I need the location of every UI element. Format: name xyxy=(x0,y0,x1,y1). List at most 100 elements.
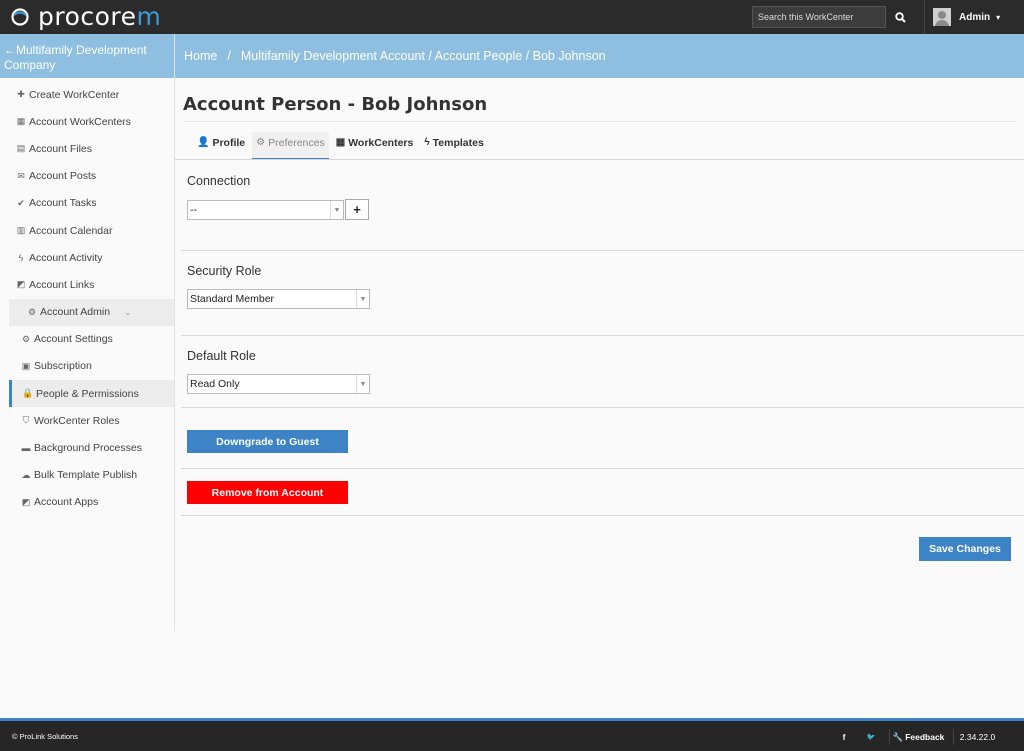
sidebar-item-account-links[interactable]: ◩ Account Links xyxy=(0,271,174,298)
sidebar-item-label: Account Admin xyxy=(40,306,111,319)
breadcrumb: Home / Multifamily Development Account /… xyxy=(175,34,1024,78)
sidebar-item-label: Account Tasks xyxy=(29,197,97,210)
sidebar-back-link[interactable]: ←Multifamily Development Company xyxy=(0,34,174,78)
feedback-link[interactable]: 🔧 Feedback xyxy=(889,729,947,745)
twitter-icon[interactable]: 🐦 xyxy=(858,729,884,745)
lock-icon: 🔒 xyxy=(22,388,34,399)
save-changes-button[interactable]: Save Changes xyxy=(919,537,1011,561)
tasks-icon: ▬ xyxy=(21,443,31,454)
gears-icon: ⚙ xyxy=(27,306,37,317)
tab-profile[interactable]: 👤 Profile xyxy=(193,132,249,160)
page-title: Account Person - Bob Johnson xyxy=(183,94,488,115)
sidebar-item-account-settings[interactable]: ⚙ Account Settings xyxy=(0,326,174,353)
tab-label: Templates xyxy=(432,137,484,149)
downgrade-to-guest-button[interactable]: Downgrade to Guest xyxy=(187,430,348,453)
bolt-icon: ϟ xyxy=(18,252,24,263)
divider xyxy=(181,407,1024,408)
sidebar-item-label: Account Calendar xyxy=(29,224,113,237)
tab-preferences[interactable]: ⚙ Preferences xyxy=(252,132,329,160)
sidebar-item-bulk-template-publish[interactable]: ☁ Bulk Template Publish xyxy=(0,462,174,489)
divider xyxy=(183,121,1016,122)
footer: © ProLink Solutions f 🐦 🔧 Feedback 2.34.2… xyxy=(0,721,1024,751)
sidebar-group-account-admin[interactable]: ⚙ Account Admin ⌄ xyxy=(9,298,174,326)
bolt-icon: ϟ xyxy=(424,137,430,148)
sidebar-item-account-posts[interactable]: ✉ Account Posts xyxy=(0,163,174,190)
admin-name: Admin xyxy=(959,11,991,23)
sidebar-item-label: Background Processes xyxy=(34,442,142,455)
sidebar-item-account-apps[interactable]: ◩ Account Apps xyxy=(0,489,174,516)
sidebar-item-subscription[interactable]: ▣ Subscription xyxy=(0,353,174,380)
sidebar-item-account-activity[interactable]: ϟ Account Activity xyxy=(0,244,174,271)
tab-label: Profile xyxy=(212,137,246,149)
workcenter-search-input[interactable] xyxy=(752,6,886,28)
breadcrumb-home-link[interactable]: Home xyxy=(184,49,217,63)
external-link-icon: ◩ xyxy=(21,496,31,507)
divider xyxy=(181,250,1024,251)
sidebar-item-label: Create WorkCenter xyxy=(29,88,120,101)
sidebar-item-account-calendar[interactable]: ▥ Account Calendar xyxy=(0,217,174,244)
connection-label: Connection xyxy=(187,174,251,188)
connection-select[interactable]: -- ▼ xyxy=(187,200,344,220)
sidebar-item-label: Subscription xyxy=(34,360,92,373)
security-role-select[interactable]: Standard Member ▼ xyxy=(187,289,370,309)
sidebar-item-label: Account Settings xyxy=(34,333,113,346)
add-connection-button[interactable]: + xyxy=(345,199,369,220)
shield-icon: ⛉ xyxy=(22,415,30,426)
top-navbar: procorem Admin ▾ xyxy=(0,0,1024,34)
security-role-label: Security Role xyxy=(187,264,262,278)
admin-user-menu[interactable]: Admin ▾ xyxy=(924,0,1012,34)
search-icon xyxy=(894,11,906,23)
connection-value: -- xyxy=(190,204,197,216)
caret-down-icon: ▾ xyxy=(996,12,1001,22)
default-role-label: Default Role xyxy=(187,349,256,363)
version-label: 2.34.22.0 xyxy=(953,729,1001,745)
sidebar-item-account-files[interactable]: ▤ Account Files xyxy=(0,135,174,162)
sidebar-item-label: Account Files xyxy=(29,142,93,155)
sidebar-item-people-permissions[interactable]: 🔒 People & Permissions xyxy=(9,380,174,408)
tab-bar: 👤 Profile ⚙ Preferences ▦ WorkCenters ϟ Temp… xyxy=(193,132,491,160)
sidebar-item-label: Account Apps xyxy=(34,496,99,509)
cloud-upload-icon: ☁ xyxy=(21,469,31,480)
sidebar-item-label: Account Activity xyxy=(29,251,103,264)
logo-text: procorem xyxy=(38,2,162,31)
dropdown-arrow-icon: ▼ xyxy=(356,375,369,393)
remove-from-account-button[interactable]: Remove from Account xyxy=(187,481,348,504)
sidebar-item-label: Account Posts xyxy=(29,170,97,183)
dropdown-arrow-icon: ▼ xyxy=(330,201,343,219)
sidebar-item-label: WorkCenter Roles xyxy=(34,414,120,427)
divider xyxy=(181,335,1024,336)
sidebar-item-workcenter-roles[interactable]: ⛉ WorkCenter Roles xyxy=(0,407,174,434)
breadcrumb-path[interactable]: Multifamily Development Account / Accoun… xyxy=(241,49,606,63)
divider xyxy=(181,468,1024,469)
comments-icon: ✉ xyxy=(17,170,25,181)
procorem-logo[interactable]: procorem xyxy=(10,3,161,31)
security-role-value: Standard Member xyxy=(190,293,275,305)
sidebar-item-label: Bulk Template Publish xyxy=(34,469,138,482)
tab-label: WorkCenters xyxy=(348,137,414,149)
facebook-icon[interactable]: f xyxy=(832,729,856,745)
dropdown-arrow-icon: ▼ xyxy=(356,290,369,308)
default-role-value: Read Only xyxy=(190,378,240,390)
sidebar-item-create-workcenter[interactable]: ✚ Create WorkCenter xyxy=(0,81,174,108)
company-name: Multifamily Development Company xyxy=(4,43,147,72)
check-icon: ✔ xyxy=(17,197,25,208)
sidebar-item-background-processes[interactable]: ▬ Background Processes xyxy=(0,434,174,461)
gear-icon: ⚙ xyxy=(256,137,266,148)
external-link-icon: ◩ xyxy=(16,279,26,290)
divider xyxy=(181,515,1024,516)
tab-label: Preferences xyxy=(268,137,325,149)
tab-workcenters[interactable]: ▦ WorkCenters xyxy=(332,132,418,160)
sidebar-item-account-workcenters[interactable]: ▦ Account WorkCenters xyxy=(0,108,174,135)
divider xyxy=(175,159,1024,160)
user-icon: 👤 xyxy=(197,137,210,148)
plus-icon: ✚ xyxy=(17,89,25,100)
default-role-select[interactable]: Read Only ▼ xyxy=(187,374,370,394)
table-icon: ▦ xyxy=(16,116,26,127)
money-icon: ▣ xyxy=(21,360,31,371)
main-content: Account Person - Bob Johnson 👤 Profile ⚙ P… xyxy=(175,78,1024,718)
tab-templates[interactable]: ϟ Templates xyxy=(420,132,487,160)
search-button[interactable] xyxy=(890,6,910,28)
sidebar: ←Multifamily Development Company ✚ Create… xyxy=(0,34,175,631)
sidebar-item-account-tasks[interactable]: ✔ Account Tasks xyxy=(0,190,174,217)
file-icon: ▤ xyxy=(16,143,26,154)
